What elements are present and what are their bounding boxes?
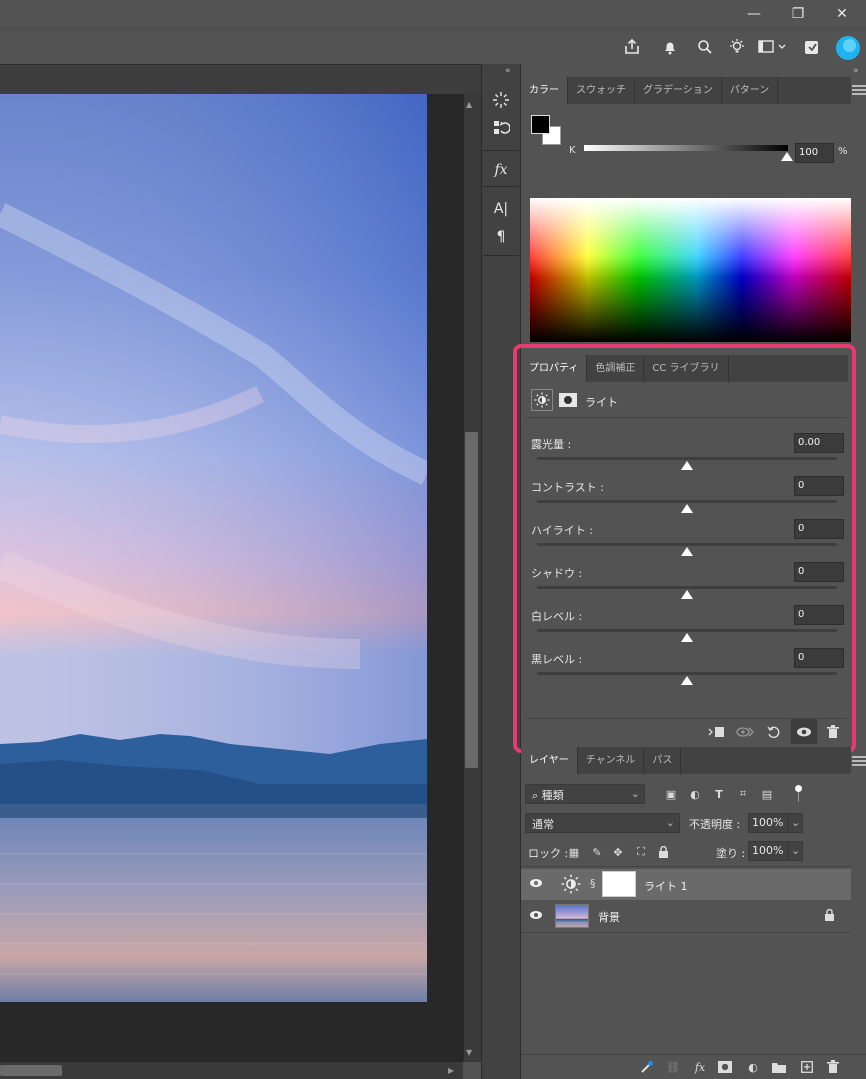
layers-panel-menu-icon[interactable] bbox=[852, 756, 866, 766]
filter-kind-value: 種類 bbox=[541, 789, 564, 802]
paragraph-icon[interactable]: ¶ bbox=[484, 225, 518, 249]
chevron-down-icon: ⌄ bbox=[630, 787, 640, 800]
channel-label: K bbox=[569, 145, 576, 156]
opacity-field[interactable]: 100% bbox=[748, 813, 788, 833]
layer-name[interactable]: ライト 1 bbox=[644, 878, 688, 894]
percent-unit: % bbox=[838, 146, 848, 157]
horizontal-scroll-thumb[interactable] bbox=[0, 1065, 62, 1076]
lock-image-icon[interactable]: ✎ bbox=[589, 844, 605, 860]
fill-dropdown-icon[interactable]: ⌄ bbox=[788, 841, 803, 861]
opacity-dropdown-icon[interactable]: ⌄ bbox=[788, 813, 803, 833]
divider bbox=[483, 150, 519, 151]
minimize-button[interactable]: — bbox=[732, 0, 776, 28]
layer-name[interactable]: 背景 bbox=[598, 909, 620, 925]
tab-layers[interactable]: レイヤー bbox=[521, 747, 578, 774]
maximize-button[interactable]: ❐ bbox=[776, 0, 820, 28]
search-icon[interactable] bbox=[694, 36, 716, 58]
panel-menu-icon[interactable] bbox=[852, 85, 866, 95]
add-mask-icon[interactable] bbox=[717, 1059, 733, 1075]
layer-thumbnail[interactable] bbox=[555, 904, 589, 928]
brush-icon[interactable] bbox=[639, 1059, 655, 1075]
foreground-color-swatch[interactable] bbox=[531, 115, 550, 134]
canvas-image[interactable] bbox=[0, 94, 427, 1002]
highlight-annotation-frame bbox=[513, 344, 856, 753]
share-icon[interactable] bbox=[621, 36, 643, 58]
scroll-up-icon[interactable]: ▲ bbox=[466, 100, 478, 110]
lock-position-icon[interactable]: ✥ bbox=[610, 844, 626, 860]
lock-artboard-icon[interactable]: ⛶ bbox=[633, 844, 649, 860]
fill-label: 塗り : bbox=[716, 847, 746, 860]
filter-toggle-icon[interactable] bbox=[795, 785, 802, 792]
cc-icon[interactable] bbox=[836, 36, 860, 60]
filter-pixel-icon[interactable]: ▣ bbox=[663, 786, 679, 802]
link-icon[interactable]: § bbox=[590, 877, 596, 890]
layer-filter-select[interactable]: ⌕ 種類 ⌄ bbox=[525, 784, 645, 804]
tab-paths[interactable]: パス bbox=[644, 747, 682, 774]
filter-smart-object-icon[interactable]: ▤ bbox=[759, 786, 775, 802]
search-icon: ⌕ bbox=[532, 789, 542, 802]
divider bbox=[521, 1054, 866, 1055]
tab-color[interactable]: カラー bbox=[521, 77, 568, 104]
workspace-icon[interactable] bbox=[756, 36, 790, 58]
horizontal-scrollbar[interactable] bbox=[0, 1062, 463, 1079]
lightbulb-icon[interactable] bbox=[726, 36, 748, 58]
fx-styles-icon[interactable]: fx bbox=[484, 158, 518, 182]
close-button[interactable]: ✕ bbox=[820, 0, 864, 28]
filter-shape-icon[interactable]: ⌗ bbox=[735, 786, 751, 802]
bell-icon[interactable] bbox=[659, 36, 681, 58]
chevron-down-icon: ⌄ bbox=[665, 816, 675, 829]
k-slider-thumb[interactable] bbox=[781, 152, 793, 161]
divider bbox=[521, 932, 851, 933]
scroll-down-icon[interactable]: ▼ bbox=[466, 1048, 478, 1058]
k-value-field[interactable]: 100 bbox=[795, 143, 834, 163]
divider bbox=[483, 186, 519, 187]
tab-swatches[interactable]: スウォッチ bbox=[568, 77, 635, 104]
color-spectrum[interactable] bbox=[530, 198, 851, 342]
scroll-right-icon[interactable]: ▶ bbox=[448, 1066, 454, 1075]
vertical-scroll-thumb[interactable] bbox=[465, 432, 478, 768]
filter-adjustment-icon[interactable]: ◐ bbox=[687, 786, 703, 802]
tab-gradients[interactable]: グラデーション bbox=[635, 77, 722, 104]
filter-type-icon[interactable]: T bbox=[711, 786, 727, 802]
k-slider-track[interactable] bbox=[584, 145, 788, 151]
blend-mode-value: 通常 bbox=[532, 818, 554, 831]
opacity-label: 不透明度 : bbox=[689, 818, 741, 831]
lock-all-icon[interactable] bbox=[655, 844, 671, 860]
history-icon[interactable] bbox=[484, 116, 518, 140]
divider bbox=[521, 866, 851, 867]
layers-panel-tabs: レイヤー チャンネル パス bbox=[521, 747, 851, 774]
document-tab-strip bbox=[0, 64, 481, 94]
collapse-right-icon[interactable]: » bbox=[853, 66, 859, 76]
layer-mask-thumbnail[interactable] bbox=[602, 871, 636, 897]
filter-toggle-stem bbox=[798, 792, 799, 802]
character-icon[interactable]: A| bbox=[484, 197, 518, 221]
link-layers-icon[interactable]: ⛓ bbox=[665, 1059, 681, 1075]
brightness-adjustment-icon bbox=[561, 874, 581, 897]
layer-visibility-icon[interactable] bbox=[529, 910, 543, 923]
plugins-icon[interactable] bbox=[801, 36, 823, 58]
actions-icon[interactable] bbox=[484, 88, 518, 112]
collapse-left-icon[interactable]: « bbox=[505, 66, 511, 76]
fill-field[interactable]: 100% bbox=[748, 841, 788, 861]
layer-lock-icon bbox=[824, 908, 835, 924]
layer-visibility-icon[interactable] bbox=[529, 878, 543, 891]
divider bbox=[483, 255, 519, 256]
tab-channels[interactable]: チャンネル bbox=[578, 747, 645, 774]
delete-layer-icon[interactable] bbox=[825, 1059, 841, 1075]
tab-patterns[interactable]: パターン bbox=[722, 77, 779, 104]
blend-mode-select[interactable]: 通常 ⌄ bbox=[525, 813, 680, 833]
new-group-icon[interactable] bbox=[771, 1059, 787, 1075]
lock-transparent-icon[interactable]: ▦ bbox=[566, 844, 582, 860]
fx-icon[interactable]: fx bbox=[692, 1059, 708, 1075]
new-adjustment-layer-icon[interactable]: ◐ bbox=[745, 1059, 761, 1075]
lock-label: ロック : bbox=[528, 847, 569, 860]
new-layer-icon[interactable] bbox=[799, 1059, 815, 1075]
color-panel-tabs: カラー スウォッチ グラデーション パターン bbox=[521, 77, 851, 104]
